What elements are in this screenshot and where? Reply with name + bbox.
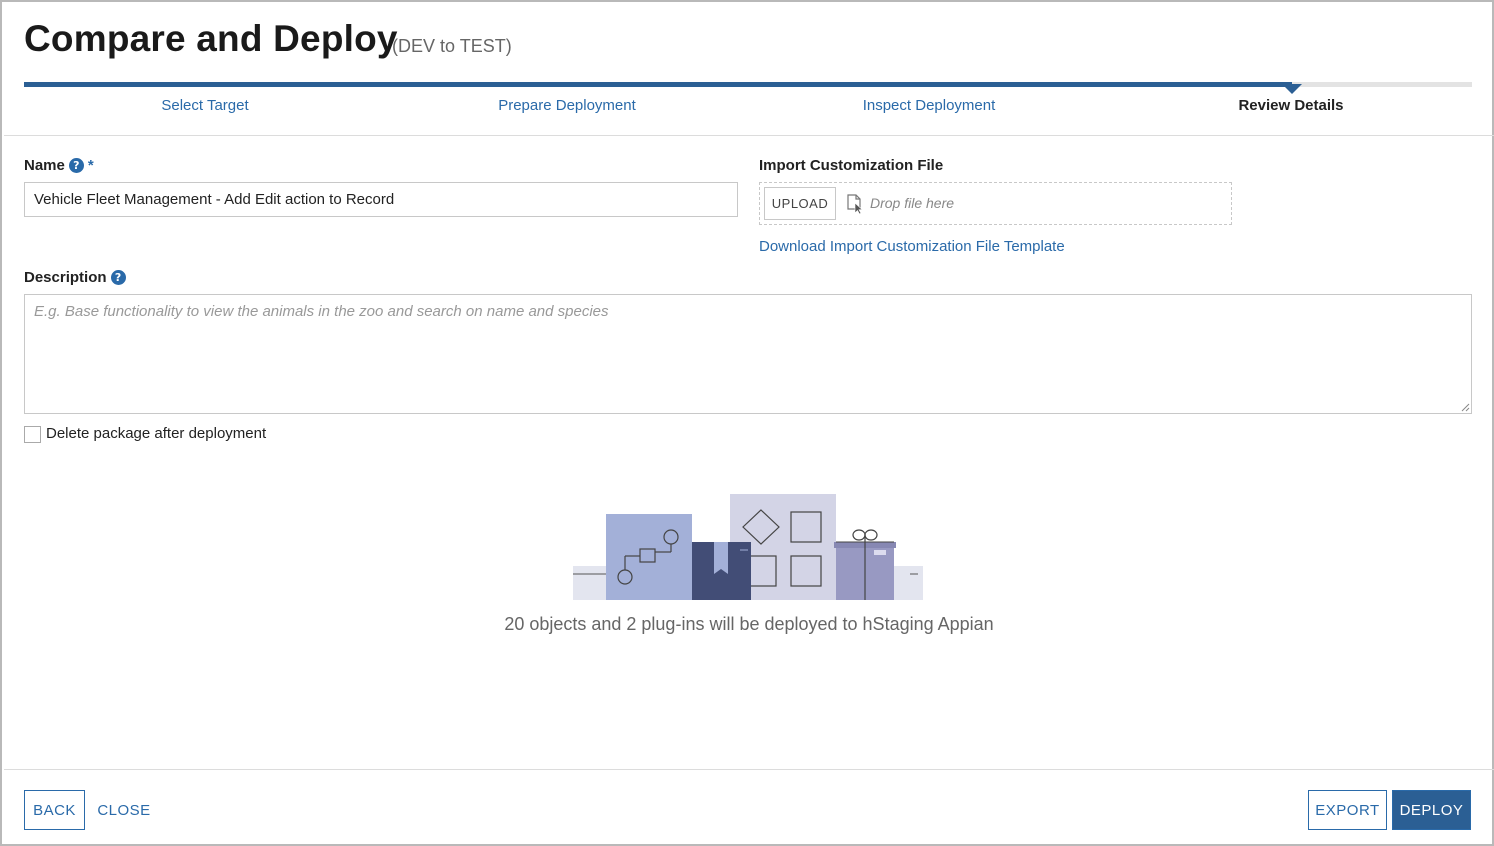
resize-grip-icon[interactable]: [1460, 402, 1470, 412]
step-review-details: Review Details: [1238, 97, 1344, 114]
download-template-link[interactable]: Download Import Customization File Templ…: [759, 238, 1065, 255]
deploy-button[interactable]: DEPLOY: [1392, 790, 1471, 830]
step-progress-track: [24, 82, 1472, 87]
current-step-indicator: [1282, 84, 1302, 94]
export-button[interactable]: EXPORT: [1308, 790, 1387, 830]
description-textarea[interactable]: [24, 294, 1472, 414]
description-label: Description ?: [24, 269, 126, 286]
environment-subtitle: (DEV to TEST): [392, 36, 512, 56]
step-inspect-deployment[interactable]: Inspect Deployment: [779, 97, 1079, 114]
drop-file-hint: Drop file here: [870, 195, 955, 211]
name-label-text: Name: [24, 157, 65, 174]
footer-divider: [4, 769, 1494, 770]
close-button[interactable]: CLOSE: [94, 790, 154, 830]
file-drop-zone[interactable]: UPLOAD Drop file here: [759, 182, 1232, 225]
step-select-target[interactable]: Select Target: [55, 97, 355, 114]
import-customization-label: Import Customization File: [759, 157, 943, 174]
step-prepare-deployment[interactable]: Prepare Deployment: [417, 97, 717, 114]
step-progress-fill: [24, 82, 1292, 87]
page-title: Compare and Deploy: [24, 18, 398, 59]
name-input[interactable]: [24, 182, 738, 217]
deployment-summary: 20 objects and 2 plug-ins will be deploy…: [504, 614, 994, 634]
upload-button[interactable]: UPLOAD: [764, 187, 836, 220]
delete-package-checkbox[interactable]: [24, 426, 41, 443]
name-help-icon[interactable]: ?: [68, 158, 84, 173]
import-label-text: Import Customization File: [759, 157, 944, 174]
description-help-icon[interactable]: ?: [110, 270, 126, 285]
required-asterisk: *: [87, 157, 94, 174]
file-drop-icon: [847, 194, 864, 214]
header-divider: [4, 135, 1494, 136]
delete-package-label[interactable]: Delete package after deployment: [46, 425, 266, 442]
name-label: Name ? *: [24, 157, 94, 174]
description-label-text: Description: [24, 269, 107, 286]
deploy-dialog: Compare and Deploy (DEV to TEST) Select …: [0, 0, 1494, 846]
deployment-packages-illustration: [573, 494, 923, 600]
back-button[interactable]: BACK: [24, 790, 85, 830]
